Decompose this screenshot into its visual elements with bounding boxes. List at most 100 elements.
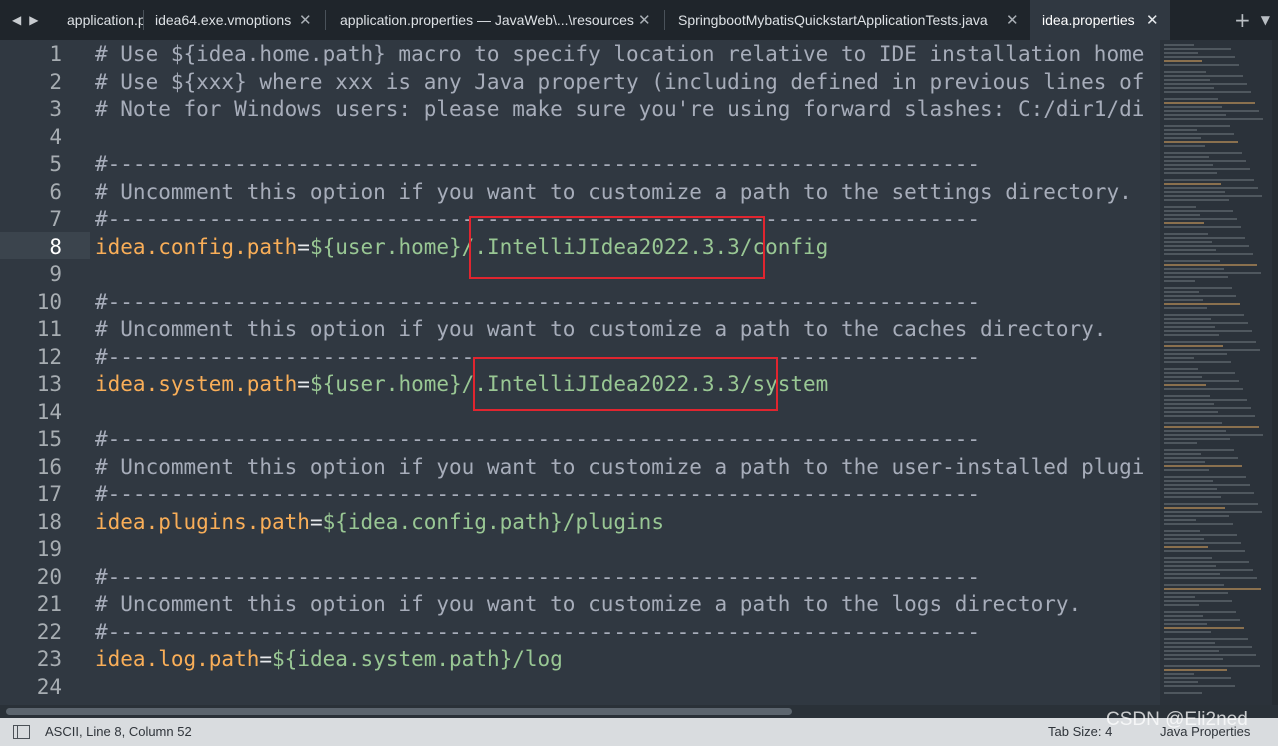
minimap-line xyxy=(1164,550,1245,552)
minimap-line xyxy=(1164,299,1203,301)
line-number: 9 xyxy=(49,262,62,286)
minimap-line xyxy=(1164,631,1211,633)
minimap-line xyxy=(1164,245,1249,247)
minimap-line xyxy=(1164,480,1213,482)
minimap-line xyxy=(1164,650,1219,652)
minimap-line xyxy=(1164,241,1212,243)
code-token-val: ${idea.system.path}/log xyxy=(272,647,563,671)
code-editor[interactable]: 1 2 3 4 5 6 7 8 9 10 11 12 13 14 15 16 17 18 19 20 21 22 23 24 … xyxy=(0,40,1160,705)
tab-size[interactable]: Tab Size: 4 xyxy=(1048,718,1112,746)
line-number: 15 xyxy=(36,427,62,451)
minimap-line xyxy=(1164,295,1236,297)
code-line: # Use ${idea.home.path} macro to specify… xyxy=(95,41,1144,68)
code-token-comment: # Use ${idea.home.path} macro to specify… xyxy=(95,42,1145,66)
minimap-line xyxy=(1164,600,1232,602)
minimap-line xyxy=(1164,407,1251,409)
minimap-line xyxy=(1164,588,1261,590)
close-icon[interactable]: ✕ xyxy=(299,0,312,40)
minimap-line xyxy=(1164,646,1252,648)
minimap-line xyxy=(1164,183,1221,185)
back-arrow-icon[interactable]: ◀ xyxy=(12,13,21,27)
new-tab-plus-icon[interactable]: + xyxy=(1234,8,1251,32)
forward-arrow-icon[interactable]: ▶ xyxy=(29,13,38,27)
minimap-line xyxy=(1164,330,1252,332)
tab-springboot-tests[interactable]: SpringbootMybatisQuickstartApplicationTe… xyxy=(666,0,1026,40)
close-icon[interactable]: ✕ xyxy=(1146,0,1159,40)
minimap-line xyxy=(1164,565,1216,567)
tab-idea64-vmoptions[interactable]: idea64.exe.vmoptions ✕ xyxy=(143,0,325,40)
line-number: 16 xyxy=(36,454,62,479)
tab-nav: ◀ ▶ xyxy=(0,0,56,40)
minimap-line xyxy=(1164,48,1231,50)
horizontal-scrollbar[interactable] xyxy=(0,705,1278,718)
minimap-line xyxy=(1164,584,1224,586)
vertical-scrollbar[interactable] xyxy=(1272,40,1278,705)
minimap-line xyxy=(1164,442,1197,444)
line-number: 11 xyxy=(36,317,62,341)
close-icon[interactable]: ✕ xyxy=(1006,0,1019,40)
tab-application-properties-2[interactable]: application.properties — JavaWeb\...\res… xyxy=(328,0,662,40)
minimap-line xyxy=(1164,172,1217,174)
minimap-line xyxy=(1164,496,1221,498)
line-number: 24 xyxy=(36,674,62,699)
code-token-eq: = xyxy=(297,372,310,396)
line-number: 7 xyxy=(49,207,62,231)
minimap-line xyxy=(1164,619,1240,621)
minimap-line xyxy=(1164,484,1250,486)
minimap-line xyxy=(1164,492,1254,494)
panel-toggle-icon[interactable] xyxy=(13,725,30,739)
minimap-line xyxy=(1164,438,1230,440)
minimap-line xyxy=(1164,557,1212,559)
minimap-line xyxy=(1164,253,1253,255)
minimap-line xyxy=(1164,685,1235,687)
minimap-line xyxy=(1164,465,1242,467)
code-line: # Note for Windows users: please make su… xyxy=(95,96,1144,123)
minimap-line xyxy=(1164,260,1220,262)
close-icon[interactable]: ✕ xyxy=(638,0,651,40)
code-line: #---------------------------------------… xyxy=(95,289,980,316)
code-token-key: idea.plugins.path xyxy=(95,509,310,534)
minimap-line xyxy=(1164,615,1203,617)
minimap-line xyxy=(1164,307,1207,309)
code-token-comment: #---------------------------------------… xyxy=(95,482,981,506)
minimap-line xyxy=(1164,461,1205,463)
minimap-line xyxy=(1164,87,1214,89)
tab-label: SpringbootMybatisQuickstartApplicationTe… xyxy=(678,12,988,28)
tab-idea-properties[interactable]: idea.properties ✕ xyxy=(1030,0,1170,40)
minimap-line xyxy=(1164,249,1216,251)
minimap-line xyxy=(1164,206,1196,208)
code-token-key: idea.system.path xyxy=(95,372,298,396)
minimap-line xyxy=(1164,453,1201,455)
minimap-line xyxy=(1164,60,1202,62)
minimap-line xyxy=(1164,673,1194,675)
minimap-line xyxy=(1164,430,1226,432)
minimap-line xyxy=(1164,692,1202,694)
minimap-line xyxy=(1164,222,1204,224)
horizontal-scroll-thumb[interactable] xyxy=(6,708,792,715)
tab-list-chevron-icon[interactable]: ▼ xyxy=(1261,13,1270,27)
minimap-line xyxy=(1164,168,1250,170)
tab-application-properties-1[interactable]: application.p xyxy=(55,0,143,40)
minimap-line xyxy=(1164,56,1235,58)
line-number: 14 xyxy=(36,399,62,424)
minimap-line xyxy=(1164,106,1222,108)
minimap-line xyxy=(1164,627,1244,629)
tab-label: idea64.exe.vmoptions xyxy=(155,12,292,28)
minimap-line xyxy=(1164,114,1226,116)
minimap-line xyxy=(1164,469,1209,471)
red-annotation-box-config xyxy=(469,216,765,279)
line-number: 21 xyxy=(36,592,62,616)
minimap-line xyxy=(1164,214,1200,216)
code-line: idea.log.path=${idea.system.path}/log xyxy=(95,646,563,673)
minimap-line xyxy=(1164,488,1217,490)
minimap-line xyxy=(1164,411,1218,413)
minimap-line xyxy=(1164,388,1243,390)
minimap-line xyxy=(1164,623,1207,625)
line-number: 5 xyxy=(49,152,62,176)
minimap-line xyxy=(1164,592,1228,594)
line-number: 18 xyxy=(36,509,62,534)
tab-label: application.properties — JavaWeb\...\res… xyxy=(340,12,634,28)
minimap-line xyxy=(1164,187,1258,189)
code-token-comment: # Uncomment this option if you want to c… xyxy=(95,317,1107,341)
minimap[interactable] xyxy=(1160,40,1272,705)
